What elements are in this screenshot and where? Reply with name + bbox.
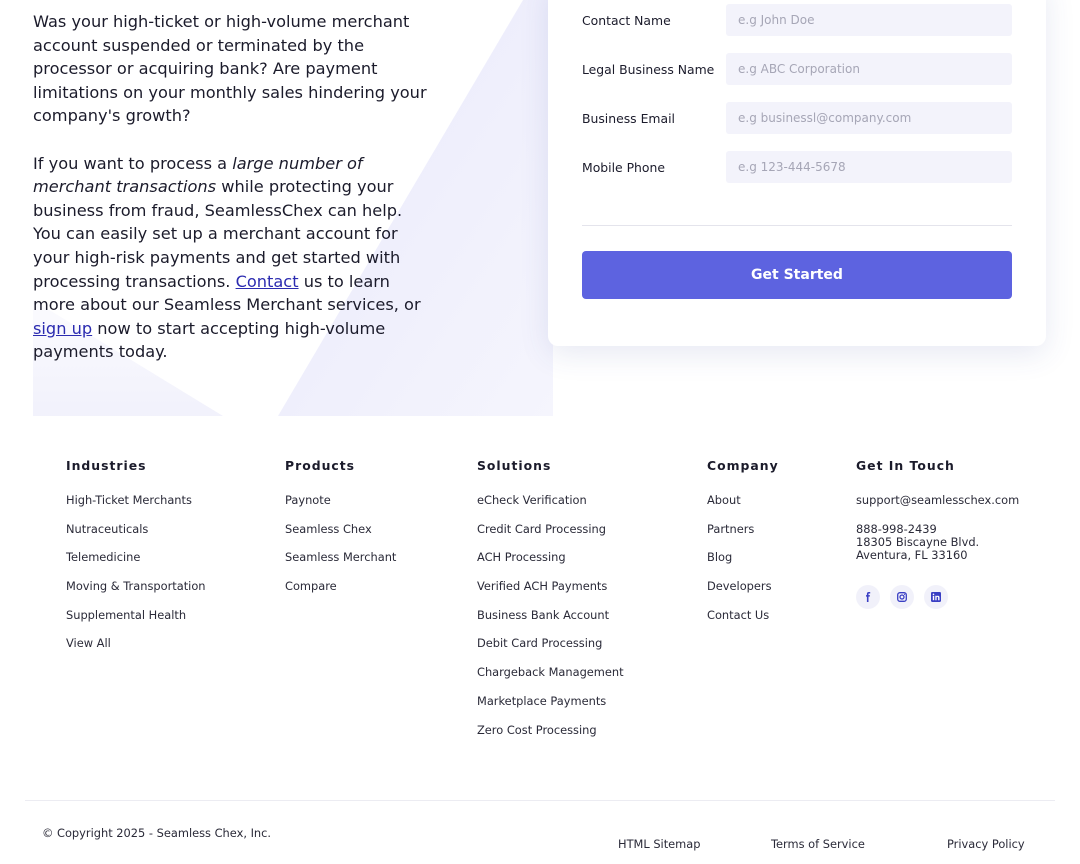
- footer-link[interactable]: Nutraceuticals: [66, 522, 206, 551]
- business-email-field: Business Email: [582, 102, 1012, 134]
- footer-company-column: Company About Partners Blog Developers C…: [707, 458, 779, 636]
- footer-link[interactable]: Partners: [707, 522, 779, 551]
- address-line-1: 18305 Biscayne Blvd.: [856, 534, 980, 549]
- contact-name-label: Contact Name: [582, 13, 671, 28]
- footer-industries-heading: Industries: [66, 458, 147, 473]
- mobile-phone-input[interactable]: [726, 151, 1012, 183]
- footer-link[interactable]: High-Ticket Merchants: [66, 493, 206, 522]
- mobile-phone-label: Mobile Phone: [582, 160, 665, 175]
- footer-link[interactable]: Compare: [285, 579, 396, 608]
- mobile-phone-field: Mobile Phone: [582, 151, 1012, 183]
- footer-company-heading: Company: [707, 458, 779, 473]
- contact-phone-link[interactable]: 888-998-2439: [856, 522, 1019, 536]
- signup-form-card: Contact Name Legal Business Name Busines…: [548, 0, 1046, 346]
- footer-link[interactable]: Supplemental Health: [66, 608, 206, 637]
- contact-address: 18305 Biscayne Blvd. Aventura, FL 33160: [856, 534, 1019, 562]
- footer-link[interactable]: ACH Processing: [477, 550, 624, 579]
- footer-link[interactable]: Seamless Merchant: [285, 550, 396, 579]
- get-started-button[interactable]: Get Started: [582, 251, 1012, 299]
- footer-industries-column: Industries High-Ticket Merchants Nutrace…: [66, 458, 206, 665]
- footer-products-heading: Products: [285, 458, 356, 473]
- contact-link[interactable]: Contact: [236, 272, 299, 291]
- terms-of-service-link[interactable]: Terms of Service: [771, 837, 865, 851]
- footer-link[interactable]: Zero Cost Processing: [477, 723, 624, 752]
- footer-solutions-heading: Solutions: [477, 458, 552, 473]
- intro-paragraph-2: If you want to process a large number of…: [33, 153, 421, 362]
- address-line-2: Aventura, FL 33160: [856, 547, 968, 562]
- footer-link[interactable]: Debit Card Processing: [477, 636, 624, 665]
- business-email-input[interactable]: [726, 102, 1012, 134]
- linkedin-icon[interactable]: [924, 585, 948, 609]
- intro-paragraph-1: Was your high-ticket or high-volume merc…: [33, 12, 427, 126]
- footer-contact-column: Get In Touch support@seamlesschex.com 88…: [856, 458, 1019, 562]
- privacy-policy-link[interactable]: Privacy Policy: [947, 837, 1025, 851]
- signup-link[interactable]: sign up: [33, 319, 92, 338]
- footer-link[interactable]: Blog: [707, 550, 779, 579]
- footer-divider: [25, 800, 1055, 801]
- contact-name-field: Contact Name: [582, 4, 1012, 36]
- html-sitemap-link[interactable]: HTML Sitemap: [618, 837, 701, 851]
- facebook-icon[interactable]: [856, 585, 880, 609]
- footer-link[interactable]: View All: [66, 636, 206, 665]
- contact-name-input[interactable]: [726, 4, 1012, 36]
- footer-link[interactable]: eCheck Verification: [477, 493, 624, 522]
- footer-link[interactable]: Verified ACH Payments: [477, 579, 624, 608]
- footer-contact-heading: Get In Touch: [856, 458, 955, 473]
- footer-link[interactable]: Telemedicine: [66, 550, 206, 579]
- legal-business-name-input[interactable]: [726, 53, 1012, 85]
- footer-link[interactable]: Contact Us: [707, 608, 779, 637]
- legal-business-name-field: Legal Business Name: [582, 53, 1012, 85]
- footer-products-column: Products Paynote Seamless Chex Seamless …: [285, 458, 396, 608]
- footer-link[interactable]: Chargeback Management: [477, 665, 624, 694]
- form-divider: [582, 225, 1012, 226]
- footer-link[interactable]: About: [707, 493, 779, 522]
- footer-link[interactable]: Marketplace Payments: [477, 694, 624, 723]
- intro-text: Was your high-ticket or high-volume merc…: [33, 10, 428, 388]
- footer-link[interactable]: Developers: [707, 579, 779, 608]
- footer-link[interactable]: Paynote: [285, 493, 396, 522]
- footer-link[interactable]: Seamless Chex: [285, 522, 396, 551]
- footer-link[interactable]: Moving & Transportation: [66, 579, 206, 608]
- social-links: [856, 585, 948, 609]
- copyright-text: © Copyright 2025 - Seamless Chex, Inc.: [42, 826, 272, 840]
- footer-solutions-column: Solutions eCheck Verification Credit Car…: [477, 458, 624, 751]
- contact-email-link[interactable]: support@seamlesschex.com: [856, 493, 1019, 522]
- footer-link[interactable]: Credit Card Processing: [477, 522, 624, 551]
- instagram-icon[interactable]: [890, 585, 914, 609]
- legal-business-name-label: Legal Business Name: [582, 62, 715, 77]
- footer-link[interactable]: Business Bank Account: [477, 608, 624, 637]
- business-email-label: Business Email: [582, 111, 675, 126]
